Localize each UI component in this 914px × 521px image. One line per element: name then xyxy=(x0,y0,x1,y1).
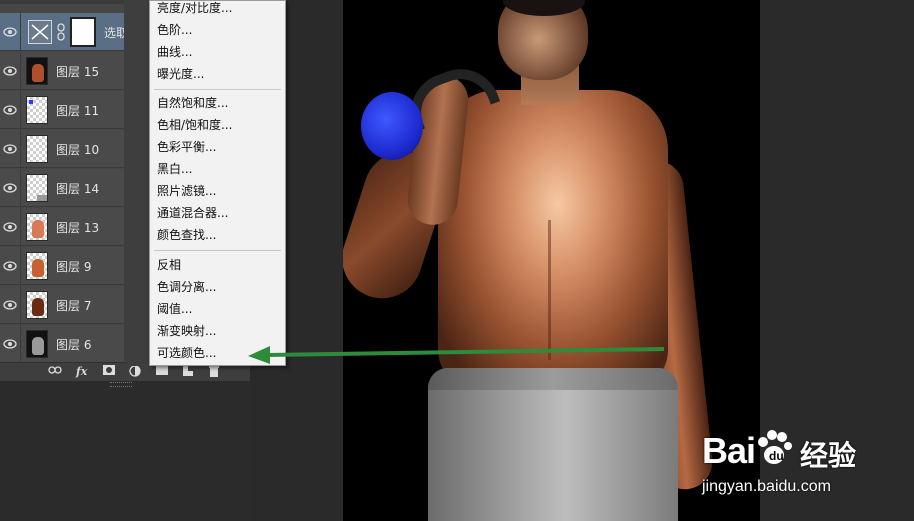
eye-icon[interactable] xyxy=(0,91,21,129)
trash-icon[interactable] xyxy=(208,365,220,380)
photo-shorts xyxy=(428,368,678,521)
layer-thumbnail xyxy=(26,96,48,124)
menu-item-color-balance[interactable]: 色彩平衡... xyxy=(150,136,285,158)
menu-item-levels[interactable]: 色阶... xyxy=(150,19,285,41)
menu-item-gradient-map[interactable]: 渐变映射... xyxy=(150,320,285,342)
selective-color-adjustment-icon xyxy=(28,20,52,44)
layer-thumbnail xyxy=(26,330,48,358)
menu-item-curves[interactable]: 曲线... xyxy=(150,41,285,63)
menu-item-color-lookup[interactable]: 颜色查找... xyxy=(150,224,285,246)
eye-icon[interactable] xyxy=(0,169,21,207)
menu-item-channel-mixer[interactable]: 通道混合器... xyxy=(150,202,285,224)
layer-name: 图层 14 xyxy=(56,182,100,196)
adjustment-layer-menu: 亮度/对比度... 色阶... 曲线... 曝光度... 自然饱和度... 色相… xyxy=(149,0,286,366)
panel-empty-area xyxy=(0,381,250,521)
menu-item-photo-filter[interactable]: 照片滤镜... xyxy=(150,180,285,202)
menu-item-black-white[interactable]: 黑白... xyxy=(150,158,285,180)
layer-mask-thumbnail[interactable] xyxy=(70,17,96,47)
baidu-jingyan-watermark: Bai du 经验 jingyan.baidu.com xyxy=(690,420,910,500)
layer-name: 图层 13 xyxy=(56,221,100,235)
menu-item-hue-saturation[interactable]: 色相/饱和度... xyxy=(150,114,285,136)
layer-thumbnail xyxy=(26,174,48,202)
photo-abs-line xyxy=(548,220,551,360)
eye-icon[interactable] xyxy=(0,325,21,363)
photo-waistband xyxy=(428,368,678,390)
menu-separator xyxy=(154,250,281,251)
layer-thumbnail xyxy=(26,57,48,85)
annotation-arrow xyxy=(248,346,665,364)
photo-kettlebell xyxy=(361,92,423,160)
paw-logo-icon: du xyxy=(758,430,792,464)
adjustment-icon[interactable] xyxy=(129,365,141,380)
layer-name: 图层 9 xyxy=(56,260,92,274)
menu-separator xyxy=(154,89,281,90)
menu-item-posterize[interactable]: 色调分离... xyxy=(150,276,285,298)
eye-icon[interactable] xyxy=(0,208,21,246)
menu-item-threshold[interactable]: 阈值... xyxy=(150,298,285,320)
layer-thumbnail xyxy=(26,213,48,241)
layer-name: 图层 7 xyxy=(56,299,92,313)
layer-name: 图层 10 xyxy=(56,143,100,157)
eye-icon[interactable] xyxy=(0,130,21,168)
layer-thumbnail xyxy=(26,291,48,319)
fx-icon[interactable]: fx xyxy=(76,365,87,378)
watermark-brand-cn: 经验 xyxy=(800,439,857,472)
eye-icon[interactable] xyxy=(0,52,21,90)
eye-icon[interactable] xyxy=(0,286,21,324)
menu-item-exposure[interactable]: 曝光度... xyxy=(150,63,285,85)
layer-thumbnail xyxy=(26,252,48,280)
new-layer-icon[interactable] xyxy=(182,365,194,380)
link-icon[interactable] xyxy=(48,365,62,378)
mask-icon[interactable] xyxy=(103,365,115,378)
watermark-brand: Bai xyxy=(702,430,756,471)
layer-name: 图层 11 xyxy=(56,104,100,118)
layer-name: 图层 15 xyxy=(56,65,100,79)
eye-icon[interactable] xyxy=(0,13,21,51)
group-icon[interactable] xyxy=(156,365,168,378)
menu-item-invert[interactable]: 反相 xyxy=(150,254,285,276)
menu-item-brightness-contrast[interactable]: 亮度/对比度... xyxy=(150,0,285,19)
panel-resize-grip[interactable] xyxy=(110,382,132,387)
menu-gutter xyxy=(124,0,149,366)
chain-link-icon[interactable] xyxy=(56,23,66,45)
watermark-url: jingyan.baidu.com xyxy=(702,478,831,495)
layer-thumbnail xyxy=(26,135,48,163)
menu-item-vibrance[interactable]: 自然饱和度... xyxy=(150,92,285,114)
eye-icon[interactable] xyxy=(0,247,21,285)
svg-text:du: du xyxy=(769,449,784,463)
layer-name: 图层 6 xyxy=(56,338,92,352)
